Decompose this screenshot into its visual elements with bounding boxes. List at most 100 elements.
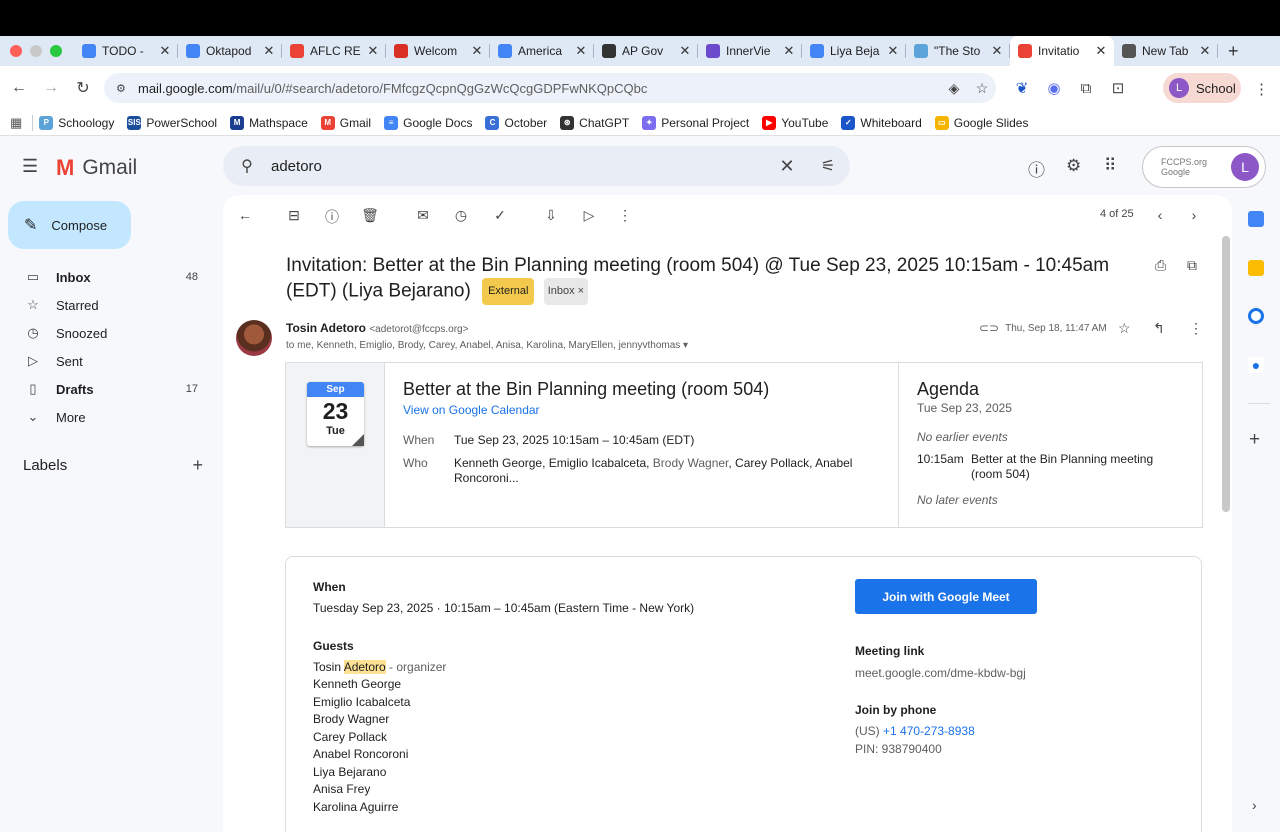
browser-tab[interactable]: Liya Beja ✕: [802, 36, 906, 66]
join-meet-button[interactable]: Join with Google Meet: [855, 579, 1037, 614]
browser-tab[interactable]: AFLC RE ✕: [282, 36, 386, 66]
gmail-logo[interactable]: M Gmail: [56, 155, 137, 181]
bookmark-item[interactable]: ✓ Whiteboard: [841, 115, 922, 130]
account-switcher[interactable]: FCCPS.org Google L: [1142, 146, 1266, 188]
tab-search-icon[interactable]: ⊡: [1102, 79, 1134, 97]
move-to-icon[interactable]: ⇩: [541, 207, 561, 224]
inbox-label-chip[interactable]: Inbox ×: [543, 278, 589, 305]
browser-tab[interactable]: Welcom ✕: [386, 36, 490, 66]
bookmark-item[interactable]: C October: [485, 115, 547, 130]
close-tab-icon[interactable]: ✕: [574, 43, 588, 59]
sidebar-item-snoozed[interactable]: ◷ Snoozed: [0, 319, 222, 347]
bookmark-item[interactable]: ✦ Personal Project: [642, 115, 749, 130]
get-addons-icon[interactable]: +: [1249, 429, 1260, 451]
bookmark-item[interactable]: ≡ Google Docs: [384, 115, 472, 130]
sidebar-item-sent[interactable]: ▷ Sent: [0, 347, 222, 375]
close-tab-icon[interactable]: ✕: [366, 43, 380, 59]
bookmark-item[interactable]: M Gmail: [320, 115, 371, 130]
back-to-list-icon[interactable]: ←: [235, 207, 255, 223]
address-bar[interactable]: ⚙ mail.google.com/mail/u/0/#search/adeto…: [104, 73, 996, 103]
keep-app-icon[interactable]: [1248, 260, 1264, 276]
bookmark-item[interactable]: ▭ Google Slides: [934, 115, 1028, 130]
tasks-app-icon[interactable]: [1248, 308, 1264, 324]
open-new-window-icon[interactable]: ⧉: [1187, 257, 1197, 274]
apps-icon[interactable]: ⠿: [1104, 156, 1116, 176]
search-bar[interactable]: ⚲ adetoro ✕ ⚟: [223, 146, 850, 186]
star-icon[interactable]: ☆: [1118, 320, 1131, 337]
sidebar-item-starred[interactable]: ☆ Starred: [0, 291, 222, 319]
browser-tab[interactable]: New Tab ✕: [1114, 36, 1218, 66]
compose-button[interactable]: ✎ Compose: [8, 201, 131, 249]
bookmark-item[interactable]: P Schoology: [39, 115, 114, 130]
bookmark-item[interactable]: ⊛ ChatGPT: [560, 115, 629, 130]
calendar-app-icon[interactable]: [1248, 211, 1264, 227]
close-tab-icon[interactable]: ✕: [262, 43, 276, 59]
archive-icon[interactable]: ⊟: [284, 207, 304, 224]
close-window-button[interactable]: [10, 45, 22, 57]
report-spam-icon[interactable]: ⓘ: [322, 207, 342, 227]
apps-grid-icon[interactable]: ▦: [10, 115, 22, 131]
search-icon[interactable]: ⚲: [223, 156, 271, 176]
add-label-icon[interactable]: +: [192, 455, 203, 476]
help-icon[interactable]: ⓘ: [1028, 156, 1045, 181]
profile-button[interactable]: L School: [1163, 73, 1241, 103]
close-tab-icon[interactable]: ✕: [782, 43, 796, 59]
url-text[interactable]: mail.google.com/mail/u/0/#search/adetoro…: [138, 81, 940, 96]
sidebar-item-drafts[interactable]: ▯ Drafts 17: [0, 375, 222, 403]
view-on-calendar-link[interactable]: View on Google Calendar: [403, 403, 880, 417]
agenda-event[interactable]: 10:15am Better at the Bin Planning meeti…: [917, 452, 1184, 482]
browser-tab[interactable]: AP Gov ✕: [594, 36, 698, 66]
sender-avatar[interactable]: [236, 320, 272, 356]
reply-icon[interactable]: ↰: [1153, 320, 1165, 337]
message-scrollbar[interactable]: [1222, 236, 1230, 512]
clear-search-icon[interactable]: ✕: [768, 156, 806, 177]
chrome-menu-icon[interactable]: ⋮: [1254, 80, 1269, 98]
browser-tab[interactable]: Oktapod ✕: [178, 36, 282, 66]
close-tab-icon[interactable]: ✕: [1094, 43, 1108, 59]
bookmark-item[interactable]: M Mathspace: [230, 115, 308, 130]
browser-tab[interactable]: "The Sto ✕: [906, 36, 1010, 66]
more-actions-icon[interactable]: ⋮: [615, 207, 635, 224]
new-tab-button[interactable]: +: [1228, 41, 1239, 62]
sender-name[interactable]: Tosin Adetoro: [286, 321, 366, 335]
maximize-window-button[interactable]: [50, 45, 62, 57]
snooze-icon[interactable]: ◷: [451, 207, 471, 224]
sidebar-item-more[interactable]: ⌄ More: [0, 403, 222, 431]
search-options-icon[interactable]: ⚟: [806, 156, 850, 176]
search-input[interactable]: adetoro: [271, 158, 768, 175]
mark-unread-icon[interactable]: ✉: [413, 207, 433, 224]
main-menu-icon[interactable]: ☰: [22, 156, 38, 177]
lens-icon[interactable]: ◈: [940, 80, 968, 97]
newer-chevron-icon[interactable]: ‹: [1150, 207, 1170, 223]
recipients-line[interactable]: to me, Kenneth, Emiglio, Brody, Carey, A…: [286, 340, 688, 351]
bookmark-item[interactable]: ▶ YouTube: [762, 115, 828, 130]
minimize-window-button[interactable]: [30, 45, 42, 57]
close-tab-icon[interactable]: ✕: [678, 43, 692, 59]
older-chevron-icon[interactable]: ›: [1184, 207, 1204, 223]
show-side-panel-icon[interactable]: ›: [1252, 797, 1257, 813]
contacts-app-icon[interactable]: ●: [1248, 357, 1264, 373]
print-icon[interactable]: ⎙: [1155, 257, 1166, 274]
add-task-icon[interactable]: ✓: [490, 207, 510, 224]
label-icon[interactable]: ▷: [579, 207, 599, 224]
close-tab-icon[interactable]: ✕: [470, 43, 484, 59]
browser-tab[interactable]: America ✕: [490, 36, 594, 66]
sidebar-item-inbox[interactable]: ▭ Inbox 48: [0, 263, 222, 291]
close-tab-icon[interactable]: ✕: [1198, 43, 1212, 59]
close-tab-icon[interactable]: ✕: [158, 43, 172, 59]
reload-icon[interactable]: ↻: [67, 78, 99, 98]
site-info-icon[interactable]: ⚙: [116, 82, 130, 95]
close-tab-icon[interactable]: ✕: [990, 43, 1004, 59]
meeting-link[interactable]: meet.google.com/dme-kbdw-bgj: [855, 666, 1026, 680]
bookmark-item[interactable]: SIS PowerSchool: [127, 115, 217, 130]
browser-tab[interactable]: Invitatio ✕: [1010, 36, 1114, 66]
delete-icon[interactable]: 🗑: [360, 207, 380, 224]
extensions-puzzle-icon[interactable]: ⧉: [1070, 80, 1102, 97]
message-more-icon[interactable]: ⋮: [1189, 320, 1203, 337]
settings-gear-icon[interactable]: ⚙: [1066, 156, 1081, 176]
back-icon[interactable]: ←: [3, 79, 35, 97]
extension-a-icon[interactable]: ❦: [1006, 79, 1038, 97]
close-tab-icon[interactable]: ✕: [886, 43, 900, 59]
forward-icon[interactable]: →: [35, 79, 67, 97]
browser-tab[interactable]: TODO - ✕: [74, 36, 178, 66]
